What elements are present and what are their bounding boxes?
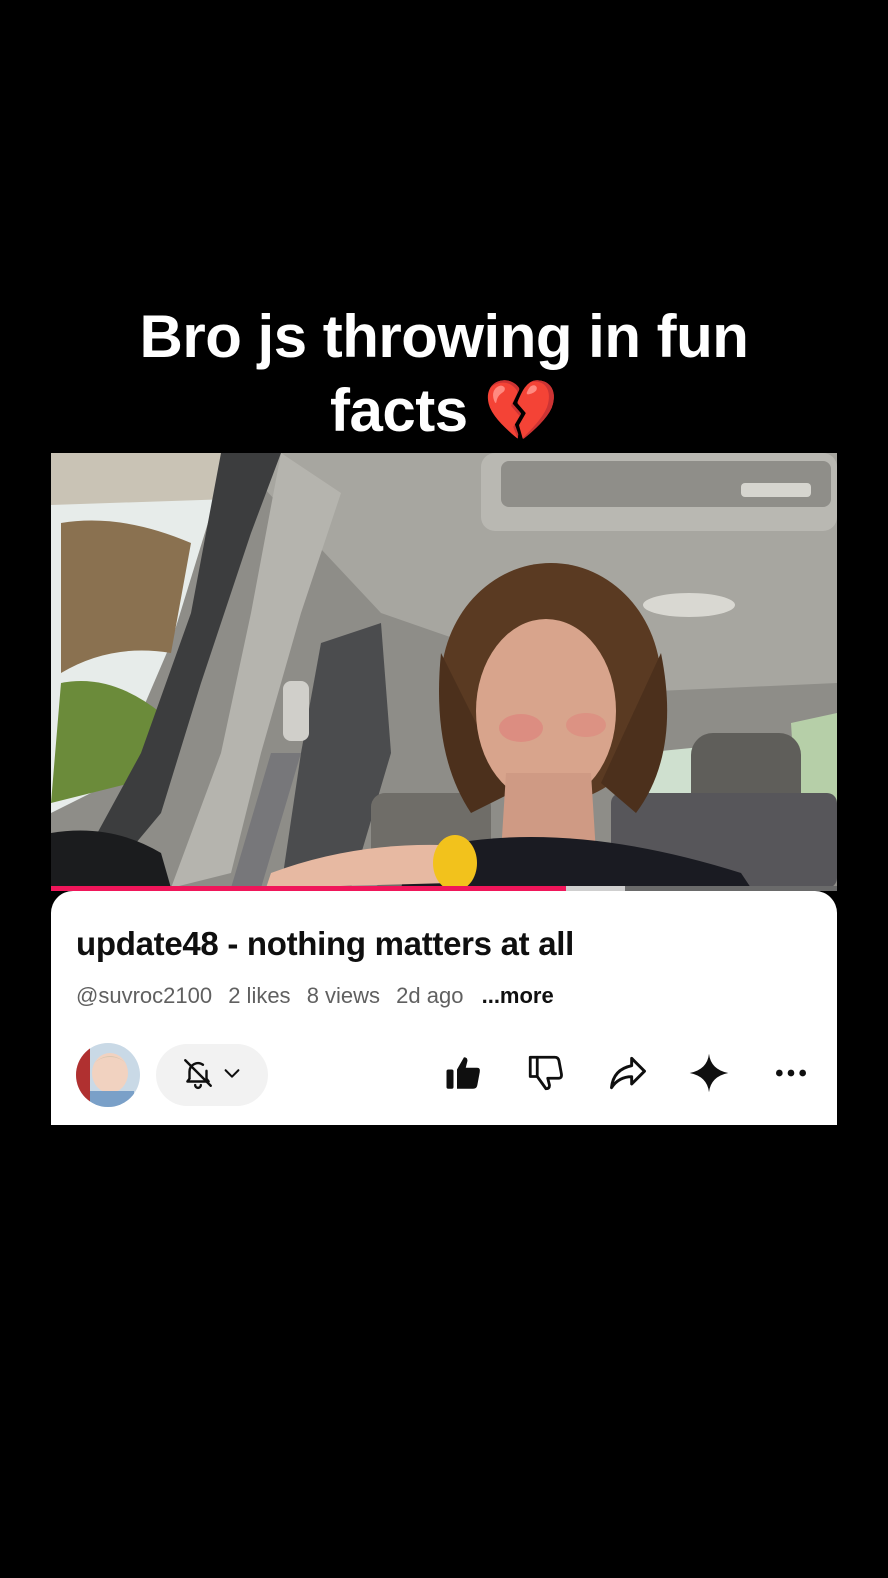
video-frame [51, 453, 837, 888]
more-dots-icon [771, 1053, 811, 1098]
caption-line-2: facts 💔 [330, 377, 558, 444]
video-player[interactable] [51, 453, 837, 888]
more-actions-button[interactable] [767, 1051, 815, 1099]
channel-handle[interactable]: @suvroc2100 [76, 983, 212, 1008]
chevron-down-icon [221, 1062, 243, 1089]
like-count: 2 likes [228, 983, 291, 1008]
share-icon [606, 1051, 650, 1100]
bell-off-icon [181, 1056, 215, 1095]
thumbs-up-filled-icon [443, 1052, 485, 1099]
dislike-button[interactable] [522, 1051, 570, 1099]
ask-ai-button[interactable] [685, 1051, 733, 1099]
more-link[interactable]: ...more [482, 983, 554, 1008]
channel-avatar[interactable] [76, 1043, 140, 1107]
overlay-caption: Bro js throwing in fun facts 💔 [60, 300, 828, 448]
upload-age: 2d ago [396, 983, 464, 1008]
sparkle-icon [688, 1052, 730, 1099]
caption-line-1: Bro js throwing in fun [139, 303, 749, 370]
video-meta: @suvroc2100 2 likes 8 views 2d ago ...mo… [76, 983, 564, 1009]
like-button[interactable] [440, 1051, 488, 1099]
video-info-card: update48 - nothing matters at all @suvro… [51, 891, 837, 1125]
share-button[interactable] [604, 1051, 652, 1099]
view-count: 8 views [306, 983, 381, 1008]
subscribe-notification-button[interactable] [156, 1044, 268, 1106]
video-title: update48 - nothing matters at all [76, 925, 575, 962]
thumbs-down-icon [525, 1052, 567, 1099]
